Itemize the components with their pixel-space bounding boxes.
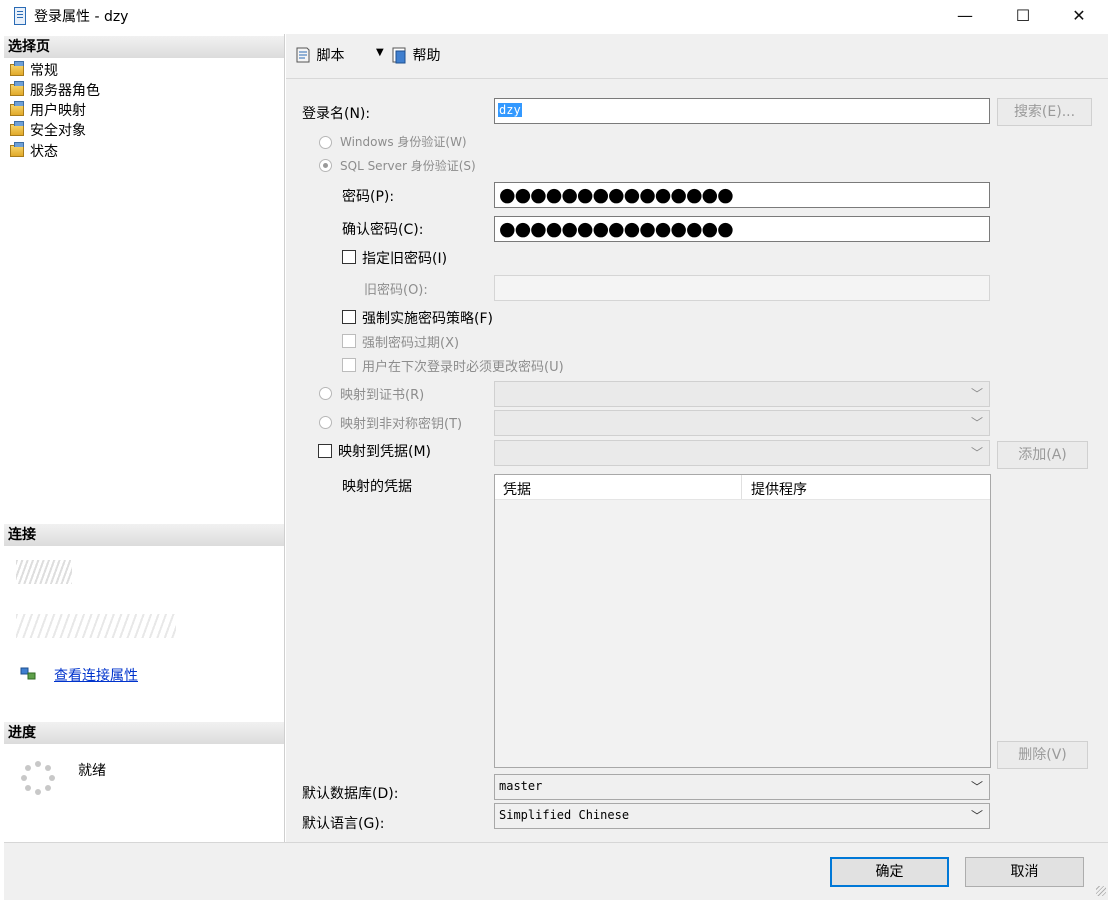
default-database-select[interactable]: master ﹀ — [494, 774, 990, 800]
chevron-down-icon: ﹀ — [970, 416, 983, 430]
map-asym-key-radio[interactable] — [319, 416, 332, 429]
nav-item-status[interactable]: 状态 — [10, 142, 58, 162]
nav-item-general[interactable]: 常规 — [10, 61, 58, 81]
map-certificate-radio[interactable] — [319, 387, 332, 400]
old-password-input[interactable] — [494, 275, 990, 301]
script-button[interactable]: 脚本 — [294, 46, 344, 66]
redacted-user — [16, 614, 176, 638]
script-icon — [296, 47, 310, 63]
page-icon — [10, 61, 24, 76]
close-button[interactable]: ✕ — [1056, 2, 1102, 30]
enforce-policy-checkbox[interactable] — [342, 310, 356, 324]
nav-item-securables[interactable]: 安全对象 — [10, 121, 86, 141]
connection-properties-icon — [20, 667, 36, 681]
credential-select[interactable]: ﹀ — [494, 440, 990, 466]
search-button[interactable]: 搜索(E)... — [997, 98, 1092, 126]
login-name-label: 登录名(N): — [302, 106, 371, 122]
column-credential[interactable]: 凭据 — [503, 479, 531, 499]
page-icon — [10, 142, 24, 157]
column-divider — [741, 475, 742, 499]
mapped-credentials-label: 映射的凭据 — [342, 479, 412, 495]
progress-header: 进度 — [4, 722, 284, 744]
progress-spinner-icon — [20, 760, 56, 796]
windows-auth-radio[interactable] — [319, 136, 332, 149]
page-icon — [10, 121, 24, 136]
map-asym-key-label: 映射到非对称密钥(T) — [340, 417, 463, 432]
specify-old-password-checkbox[interactable] — [342, 250, 356, 264]
grid-header: 凭据 提供程序 — [495, 475, 990, 500]
map-credential-checkbox[interactable] — [318, 444, 332, 458]
page-icon — [10, 81, 24, 96]
mapped-credentials-grid[interactable]: 凭据 提供程序 — [494, 474, 991, 768]
enforce-expiration-label: 强制密码过期(X) — [362, 336, 460, 351]
help-button[interactable]: 帮助 — [392, 46, 440, 66]
chevron-down-icon: ﹀ — [970, 809, 983, 823]
default-language-select[interactable]: Simplified Chinese ﹀ — [494, 803, 990, 829]
add-credential-button[interactable]: 添加(A) — [997, 441, 1088, 469]
sql-auth-label: SQL Server 身份验证(S) — [340, 159, 476, 173]
resize-grip[interactable] — [1096, 886, 1106, 896]
password-label: 密码(P): — [342, 189, 395, 205]
enforce-policy-label: 强制实施密码策略(F) — [362, 311, 493, 327]
password-input[interactable]: ●●●●●●●●●●●●●●● — [494, 182, 990, 208]
minimize-button[interactable]: — — [942, 2, 988, 30]
chevron-down-icon: ﹀ — [970, 780, 983, 794]
login-name-input[interactable]: dzy — [494, 98, 990, 124]
default-language-label: 默认语言(G): — [302, 816, 385, 832]
connection-header: 连接 — [4, 524, 284, 546]
cancel-button[interactable]: 取消 — [965, 857, 1084, 887]
redacted-server — [16, 560, 72, 584]
map-credential-label: 映射到凭据(M) — [338, 444, 432, 460]
chevron-down-icon: ﹀ — [970, 446, 983, 460]
enforce-expiration-checkbox[interactable] — [342, 334, 356, 348]
must-change-checkbox[interactable] — [342, 358, 356, 372]
help-icon — [392, 47, 406, 64]
title-bar: 登录属性 - dzy — ☐ ✕ — [0, 0, 1108, 32]
ok-button[interactable]: 确定 — [830, 857, 949, 887]
windows-auth-label: Windows 身份验证(W) — [340, 135, 467, 149]
progress-status: 就绪 — [78, 763, 106, 779]
script-dropdown-arrow-icon[interactable]: ▼ — [376, 47, 384, 58]
chevron-down-icon: ﹀ — [970, 387, 983, 401]
map-certificate-label: 映射到证书(R) — [340, 388, 425, 403]
asym-key-select[interactable]: ﹀ — [494, 410, 990, 436]
specify-old-password-label: 指定旧密码(I) — [362, 251, 448, 267]
must-change-label: 用户在下次登录时必须更改密码(U) — [362, 360, 564, 375]
remove-credential-button[interactable]: 删除(V) — [997, 741, 1088, 769]
sql-auth-radio[interactable] — [319, 159, 332, 172]
old-password-label: 旧密码(O): — [364, 283, 428, 298]
nav-item-user-mapping[interactable]: 用户映射 — [10, 101, 86, 121]
certificate-select[interactable]: ﹀ — [494, 381, 990, 407]
default-database-label: 默认数据库(D): — [302, 786, 399, 802]
maximize-button[interactable]: ☐ — [1000, 2, 1046, 30]
confirm-password-label: 确认密码(C): — [342, 222, 424, 238]
nav-item-server-roles[interactable]: 服务器角色 — [10, 81, 100, 101]
window-title: 登录属性 - dzy — [34, 9, 129, 25]
page-icon — [10, 101, 24, 116]
view-connection-properties-link[interactable]: 查看连接属性 — [54, 665, 138, 685]
column-provider[interactable]: 提供程序 — [751, 479, 807, 499]
toolbar: 脚本 ▼ 帮助 — [286, 34, 1108, 79]
app-icon — [14, 7, 26, 25]
confirm-password-input[interactable]: ●●●●●●●●●●●●●●● — [494, 216, 990, 242]
select-page-header: 选择页 — [4, 36, 284, 58]
